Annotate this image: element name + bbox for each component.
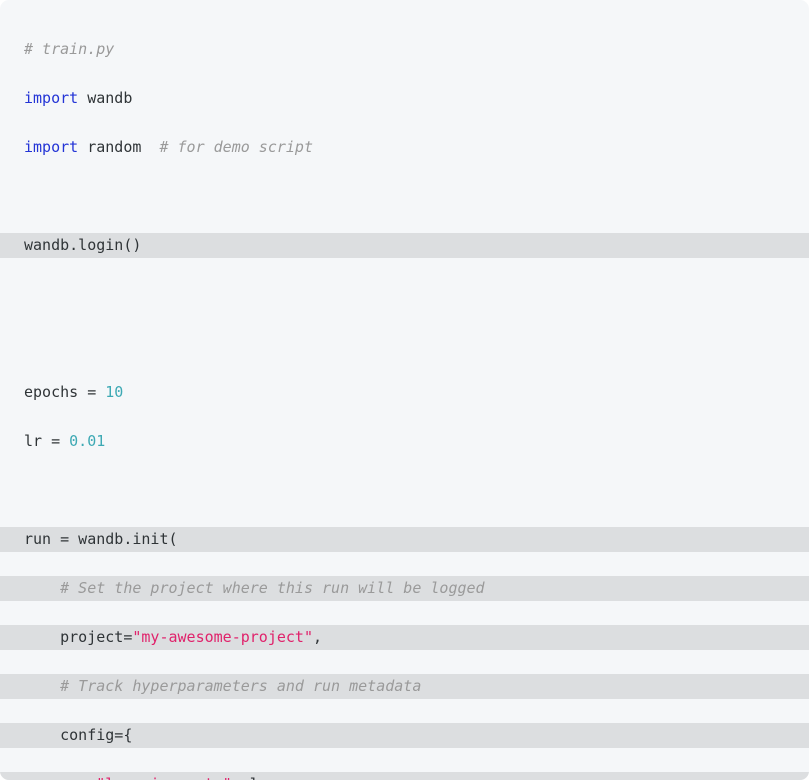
code-listing[interactable]: # train.py import wandb import random # … (0, 37, 809, 780)
code-line-highlighted: project="my-awesome-project", (0, 625, 809, 650)
code-token-c: # train.py (24, 40, 115, 58)
code-token-p: random (78, 138, 160, 156)
code-token-k: import (24, 138, 79, 156)
code-line-highlighted: config={ (0, 723, 809, 748)
code-line-highlighted: wandb.login() (0, 233, 809, 258)
code-line: import random # for demo script (0, 135, 809, 160)
code-token-c: # Set the project where this run will be… (60, 579, 485, 597)
code-token-s: "learning_rate" (96, 775, 231, 780)
code-token-p (24, 579, 60, 597)
code-token-p: : lr, (232, 775, 277, 780)
code-line-highlighted: run = wandb.init( (0, 527, 809, 552)
code-line-highlighted: # Set the project where this run will be… (0, 576, 809, 601)
code-token-p: , (313, 628, 323, 646)
code-token-k: import (24, 89, 79, 107)
code-line-highlighted: # Track hyperparameters and run metadata (0, 674, 809, 699)
code-token-p: wandb (78, 89, 133, 107)
code-token-n: 10 (105, 383, 124, 401)
code-token-p: config={ (24, 726, 133, 744)
code-token-p: wandb.login() (24, 236, 142, 254)
code-token-n: 0.01 (69, 432, 106, 450)
code-token-p (24, 775, 96, 780)
code-line: lr = 0.01 (0, 429, 809, 454)
code-line-highlighted: "learning_rate": lr, (0, 772, 809, 780)
code-token-p (24, 677, 60, 695)
code-token-p: run = wandb.init( (24, 530, 178, 548)
code-token-c: # for demo script (159, 138, 313, 156)
code-line: epochs = 10 (0, 380, 809, 405)
code-token-c: # Track hyperparameters and run metadata (60, 677, 422, 695)
code-line: import wandb (0, 86, 809, 111)
code-token-s: "my-awesome-project" (132, 628, 313, 646)
code-block-card: # train.py import wandb import random # … (0, 0, 809, 780)
code-line: # train.py (0, 37, 809, 62)
code-token-p: project= (24, 628, 133, 646)
code-root: # train.py import wandb import random # … (0, 37, 809, 780)
code-token-p: lr = (24, 432, 70, 450)
code-token-p: epochs = (24, 383, 106, 401)
